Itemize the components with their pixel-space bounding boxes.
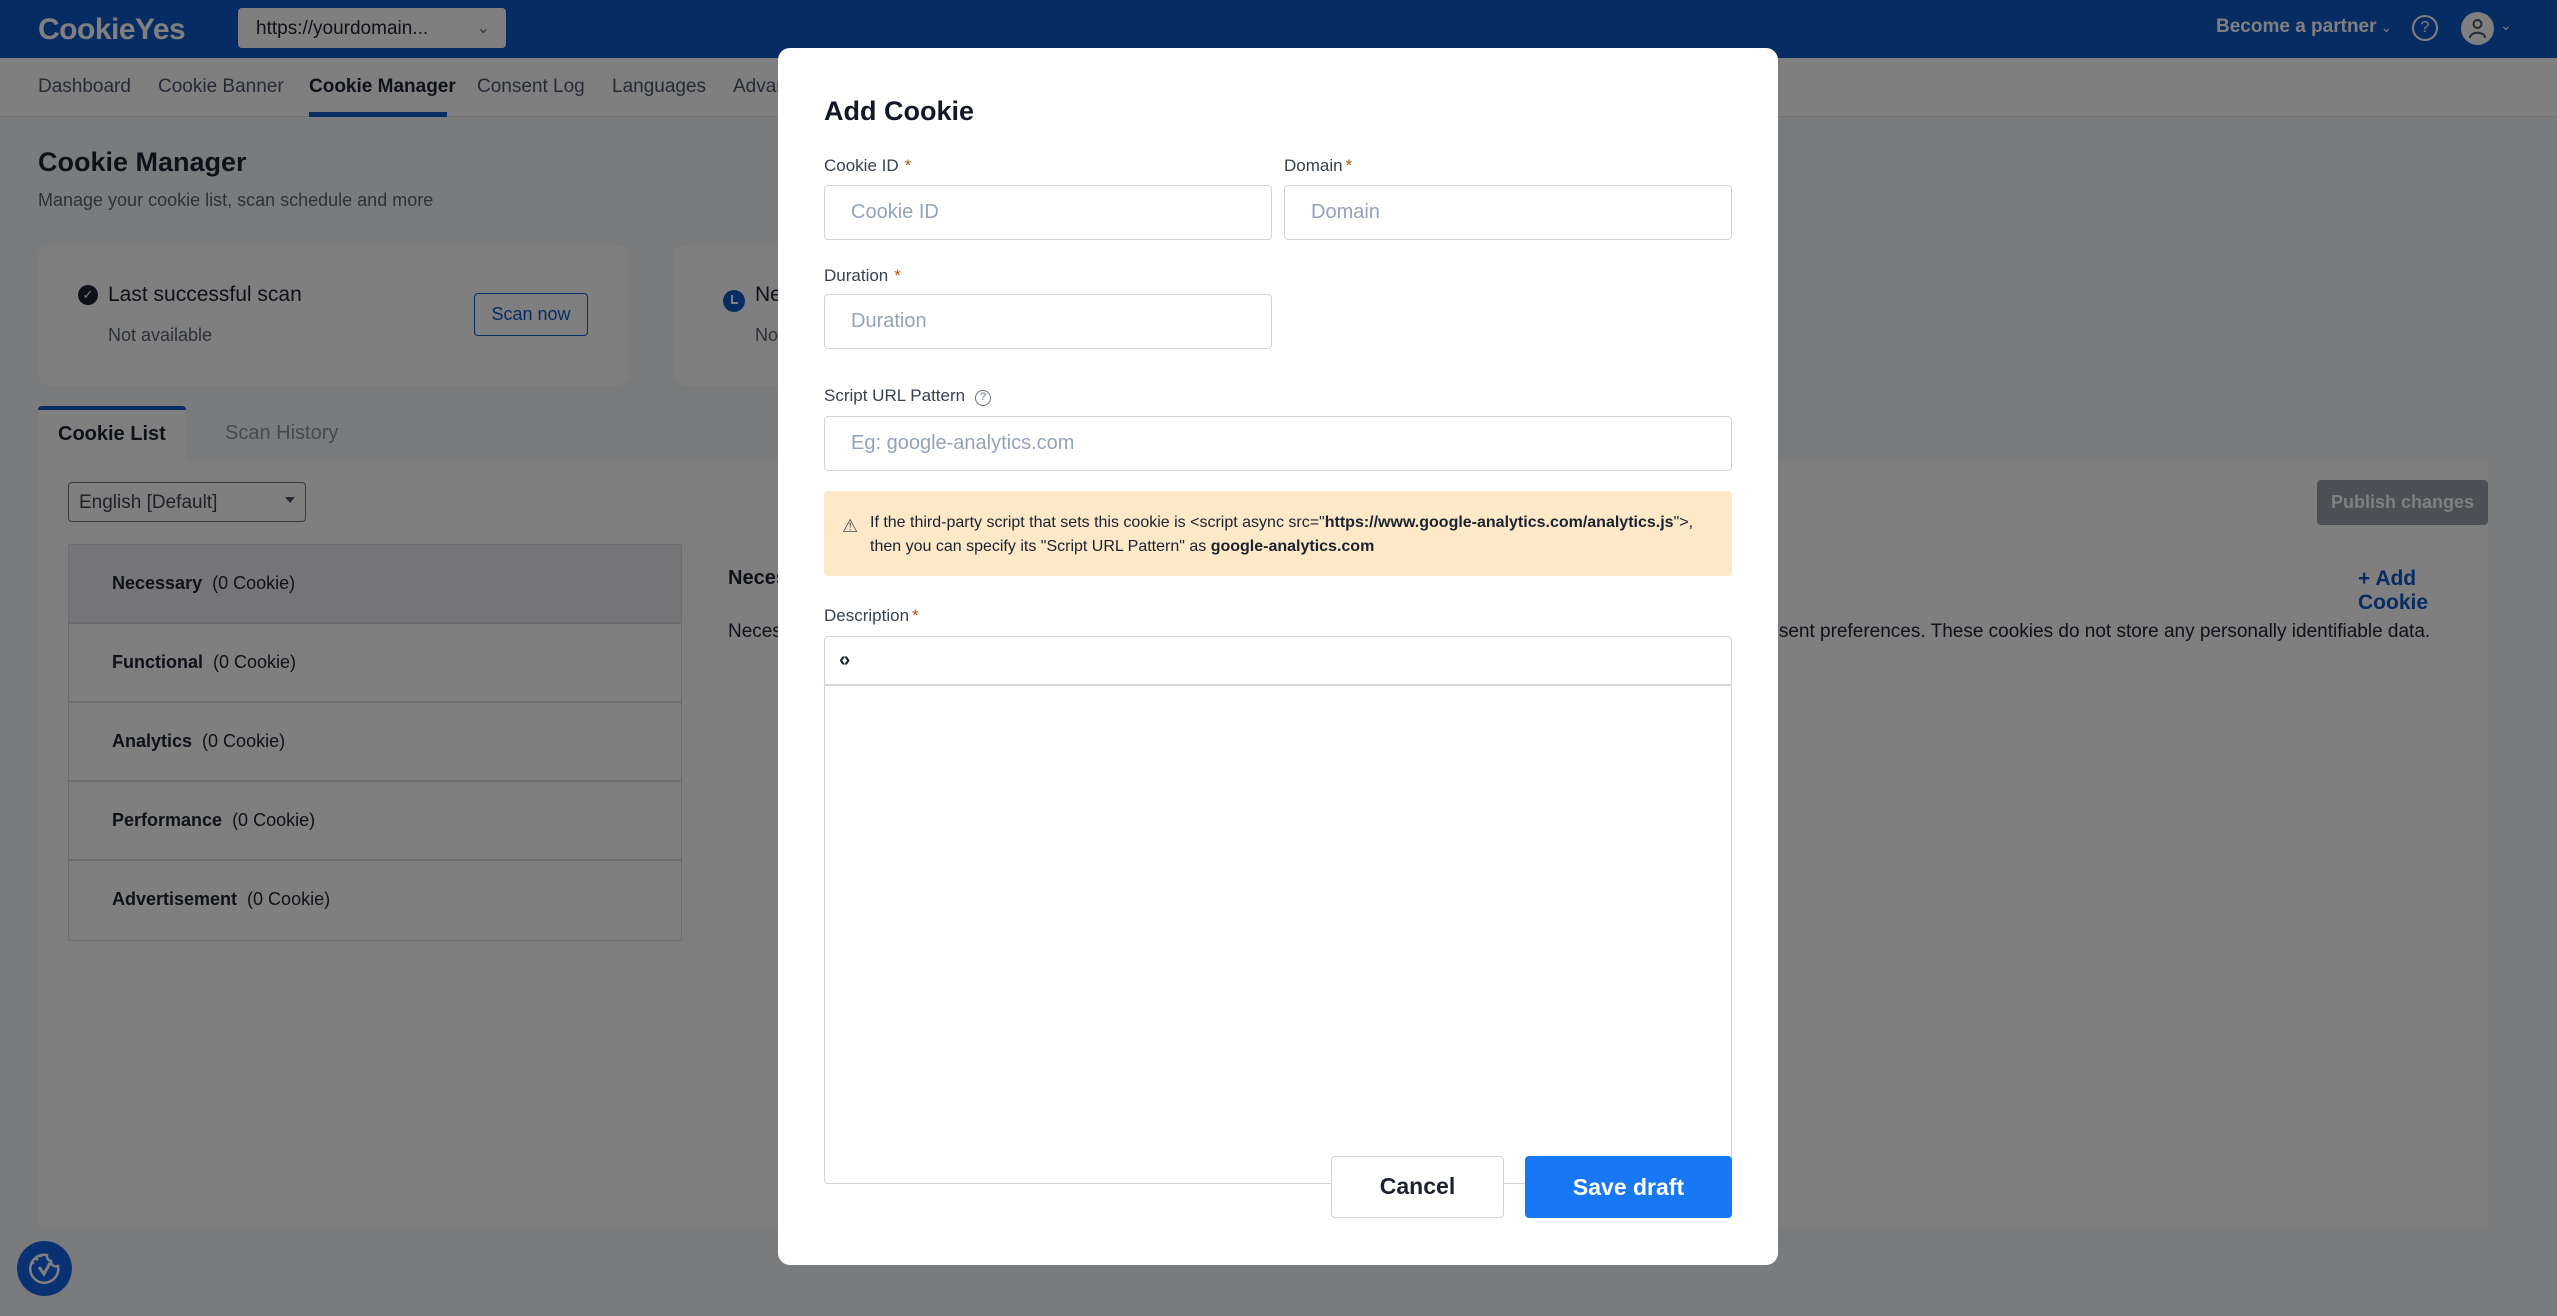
script-url-input[interactable] [824,416,1732,471]
required-asterisk: * [894,266,901,285]
script-url-hint-text: If the third-party script that sets this… [870,514,1694,555]
required-asterisk: * [912,606,919,625]
editor-toolbar: ‹› [825,637,1731,686]
script-url-hint: ⚠ If the third-party script that sets th… [824,491,1732,576]
duration-label: Duration * [824,266,901,285]
warning-icon: ⚠ [842,516,859,536]
description-label: Description * [824,606,919,625]
cookie-id-label: Cookie ID * [824,156,912,175]
script-url-label: Script URL Pattern? [824,386,992,406]
description-editor-body[interactable] [825,687,1731,1183]
description-editor: ‹› [824,636,1732,1184]
help-tooltip-icon[interactable]: ? [975,390,992,406]
duration-input[interactable] [824,294,1272,349]
save-draft-button[interactable]: Save draft [1525,1156,1732,1218]
add-cookie-modal: Add Cookie Cookie ID* Domain* Duration* … [778,48,1778,1265]
cookie-id-input[interactable] [824,185,1272,240]
domain-input[interactable] [1284,185,1732,240]
required-asterisk: * [1345,156,1353,175]
domain-label: Domain * [1284,156,1353,175]
modal-title: Add Cookie [824,96,975,126]
required-asterisk: * [904,156,912,175]
cancel-button[interactable]: Cancel [1331,1156,1504,1218]
code-view-icon[interactable]: ‹› [839,649,850,672]
